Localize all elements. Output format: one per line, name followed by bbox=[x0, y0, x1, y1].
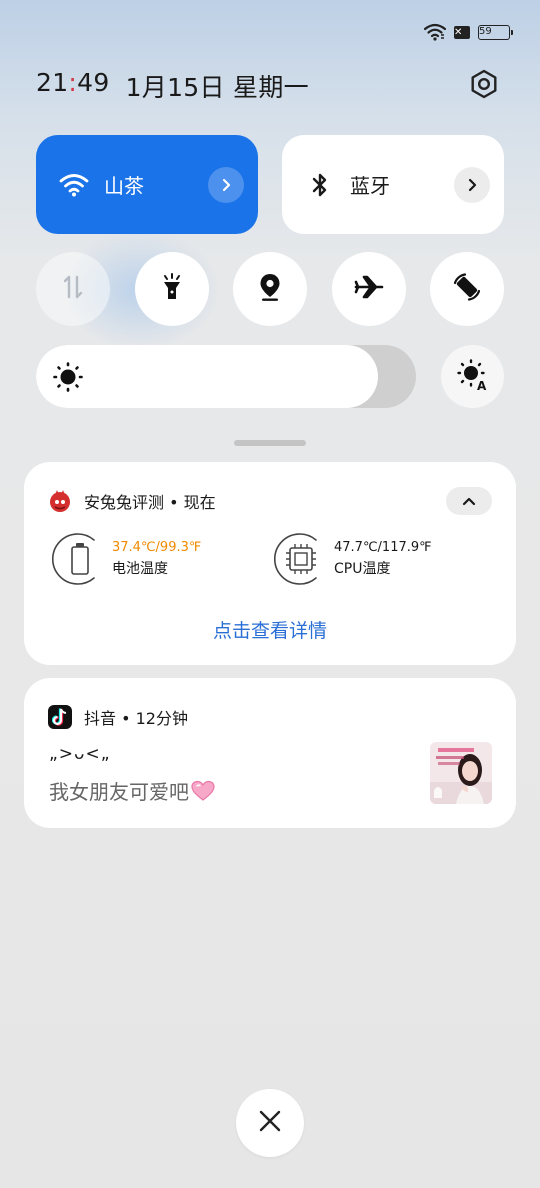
header: 21:49 1月15日 星期一 bbox=[36, 64, 504, 108]
flashlight-icon bbox=[161, 273, 183, 305]
sun-icon bbox=[52, 361, 84, 393]
bluetooth-details-button[interactable] bbox=[454, 166, 490, 203]
panel-drag-handle[interactable] bbox=[234, 440, 306, 446]
close-panel-button[interactable] bbox=[236, 1089, 304, 1157]
cpu-chip-icon bbox=[272, 530, 330, 588]
data-arrows-icon bbox=[61, 274, 85, 304]
mobile-data-toggle[interactable] bbox=[36, 252, 110, 326]
auto-brightness-button[interactable]: A bbox=[441, 345, 504, 408]
location-pin-icon bbox=[259, 273, 281, 305]
cpu-temperature-label: CPU温度 bbox=[334, 561, 391, 577]
collapse-button[interactable] bbox=[446, 487, 492, 515]
douyin-message-title: „>ᴗ<„ bbox=[49, 744, 111, 764]
quick-toggles bbox=[36, 252, 504, 326]
sim-off-icon: ✕ bbox=[454, 25, 470, 39]
cpu-temperature-metric: 47.7℃/117.9℉ CPU温度 bbox=[272, 530, 432, 588]
chevron-right-icon bbox=[468, 178, 477, 191]
pink-heart-icon bbox=[191, 780, 215, 802]
flashlight-toggle[interactable] bbox=[134, 252, 209, 326]
notification-app-line: 抖音 • 12分钟 bbox=[84, 709, 188, 728]
battery-icon: 59 bbox=[478, 24, 513, 40]
wifi-icon bbox=[424, 23, 446, 41]
brightness-slider[interactable] bbox=[36, 345, 416, 408]
bluetooth-label: 蓝牙 bbox=[350, 174, 390, 198]
douyin-thumbnail[interactable] bbox=[430, 742, 492, 804]
wifi-details-button[interactable] bbox=[208, 166, 244, 203]
clock[interactable]: 21:49 bbox=[36, 68, 110, 104]
battery-icon bbox=[50, 530, 108, 588]
wifi-icon bbox=[58, 169, 90, 201]
wifi-network-name: 山茶 bbox=[104, 174, 144, 198]
gear-icon bbox=[469, 69, 499, 103]
bluetooth-tile[interactable]: 蓝牙 bbox=[282, 135, 504, 234]
douyin-app-icon bbox=[48, 705, 72, 729]
wifi-tile[interactable]: 山茶 bbox=[36, 135, 258, 234]
datetime: 21:49 1月15日 星期一 bbox=[36, 68, 309, 104]
notification-header: 抖音 • 12分钟 bbox=[48, 704, 492, 730]
chevron-up-icon bbox=[462, 497, 476, 506]
location-toggle[interactable] bbox=[233, 252, 307, 326]
battery-level: 59 bbox=[479, 26, 492, 37]
battery-temperature-value: 37.4℃/99.3℉ bbox=[112, 540, 202, 555]
notification-header: 安兔兔评测 • 现在 bbox=[48, 487, 492, 515]
chevron-right-icon bbox=[222, 178, 231, 191]
cpu-temperature-value: 47.7℃/117.9℉ bbox=[334, 540, 432, 555]
battery-temperature-metric: 37.4℃/99.3℉ 电池温度 bbox=[50, 530, 201, 588]
bluetooth-icon bbox=[304, 169, 336, 201]
airplane-mode-toggle[interactable] bbox=[331, 252, 406, 326]
close-icon bbox=[258, 1109, 282, 1137]
douyin-message-body: 我女朋友可爱吧 bbox=[49, 776, 215, 805]
settings-button[interactable] bbox=[464, 66, 504, 106]
brightness-fill bbox=[36, 345, 378, 408]
svg-text:A: A bbox=[477, 379, 487, 391]
notification-app-line: 安兔兔评测 • 现在 bbox=[84, 493, 216, 512]
douyin-message-text: 我女朋友可爱吧 bbox=[49, 780, 189, 804]
auto-brightness-icon: A bbox=[456, 358, 489, 395]
rotate-icon bbox=[451, 271, 483, 307]
airplane-icon bbox=[354, 274, 384, 304]
status-bar: ✕ 59 bbox=[424, 18, 513, 46]
view-details-link[interactable]: 点击查看详情 bbox=[0, 616, 540, 643]
battery-temperature-label: 电池温度 bbox=[112, 561, 168, 577]
date[interactable]: 1月15日 星期一 bbox=[126, 68, 309, 104]
auto-rotate-toggle[interactable] bbox=[430, 252, 504, 326]
antutu-app-icon bbox=[48, 489, 72, 513]
